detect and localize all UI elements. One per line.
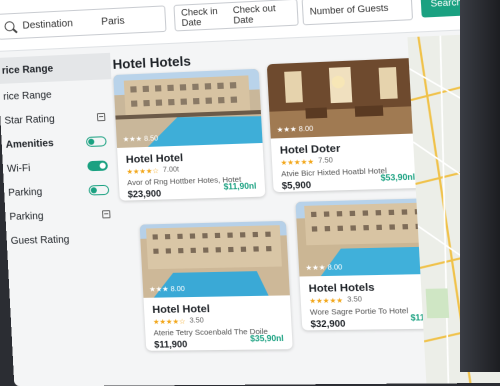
filter-label: Parking <box>9 210 44 223</box>
hotel-price: $5,900 <box>281 179 312 191</box>
rating-badge: ★★★ 8.00 <box>149 285 186 294</box>
review-score: 7.50 <box>318 157 334 165</box>
guests-field[interactable]: Number of Guests <box>301 0 414 26</box>
hotel-price: $23,900 <box>127 188 162 200</box>
filter-label: Parking <box>7 186 43 199</box>
filter-header[interactable]: rice Range <box>0 52 112 84</box>
stars: ★★★★★ <box>280 158 315 168</box>
review-score: 3.50 <box>189 317 204 325</box>
destination-value: Paris <box>100 15 125 28</box>
search-icon <box>4 21 15 32</box>
hotel-description: Atvie Bicr Hixted Hoatbl Hotel <box>280 165 388 179</box>
hotel-name: Hotel Hotels <box>308 281 375 296</box>
filter-price-range[interactable]: rice Range <box>0 81 113 108</box>
hotel-price: $11,900 <box>153 339 188 350</box>
parking-toggle[interactable] <box>88 184 110 196</box>
hotel-name: Hotel Hotel <box>152 302 211 317</box>
filter-label: rice Range <box>2 89 52 103</box>
hotel-price: $32,900 <box>310 318 346 330</box>
wifi-toggle[interactable] <box>87 160 109 172</box>
page-title: Hotel Hotels <box>112 53 192 72</box>
filter-star-rating[interactable]: Star Rating <box>0 105 114 131</box>
star-rating: ★★★★☆ 3.50 <box>153 317 204 326</box>
rating-badge: ★★★ 8.50 <box>122 135 159 144</box>
filter-wifi[interactable]: Wi-Fi <box>2 154 116 180</box>
stars: ★★★★☆ <box>126 167 160 177</box>
hotel-card[interactable]: ★★★ 8.00 Hotel Doter ★★★★★ 7.50 Atvie Bi… <box>266 57 425 193</box>
destination-field[interactable]: Destination Paris <box>0 5 167 40</box>
filter-parking[interactable]: Parking <box>4 178 118 204</box>
device-bezel <box>460 0 500 372</box>
star-rating: ★★★★★ 3.50 <box>309 296 362 305</box>
check-out-field[interactable]: Check out Date <box>233 2 292 26</box>
rating-badge: ★★★ 8.00 <box>305 264 343 273</box>
filter-amenities[interactable]: Amenities <box>1 130 115 156</box>
filter-sidebar: rice Range rice Range Star Rating Amenit… <box>0 52 124 318</box>
star-rating: ★★★★☆ 7.00t <box>126 166 179 176</box>
filter-label: Star Rating <box>4 113 55 127</box>
deal-price: $11,90nl <box>223 181 257 192</box>
hotel-card[interactable]: ★★★ 8.50 Hotel Hotel ★★★★☆ 7.00t Avor of… <box>113 68 266 201</box>
hotel-name: Hotel Hotel <box>125 151 184 166</box>
hotel-photo: ★★★ 8.50 <box>113 68 263 148</box>
hotel-photo: ★★★ 8.00 <box>266 57 422 139</box>
hotel-name: Hotel Doter <box>279 142 341 157</box>
app-window: Destination Paris Check in Date Check ou… <box>0 0 500 386</box>
checkbox-icon[interactable] <box>96 112 106 122</box>
filter-label: Wi-Fi <box>6 162 31 175</box>
stars: ★★★★★ <box>309 297 344 306</box>
filter-guest-rating[interactable]: Guest Rating <box>6 227 120 252</box>
amenities-toggle[interactable] <box>85 136 107 148</box>
dates-field[interactable]: Check in Date Check out Date <box>173 0 299 32</box>
destination-label: Destination <box>22 17 74 32</box>
filter-label: Guest Rating <box>10 233 70 247</box>
deal-price: $35,90nl <box>250 333 284 344</box>
check-in-field[interactable]: Check in Date <box>181 5 234 28</box>
hotel-description: Wore Sagre Portie To Hotel <box>309 305 409 317</box>
rating-badge: ★★★ 8.00 <box>276 125 314 135</box>
stars: ★★★★☆ <box>152 318 186 327</box>
filter-parking-2[interactable]: Parking <box>5 203 119 228</box>
hotel-photo: ★★★ 8.00 <box>139 220 290 298</box>
hotel-card[interactable]: ★★★ 8.00 Hotel Hotel ★★★★☆ 3.50 Aterie T… <box>139 220 293 351</box>
deal-price: $53,90nl <box>380 172 416 183</box>
filter-label: Amenities <box>5 137 54 151</box>
review-score: 3.50 <box>347 296 363 304</box>
checkbox-icon[interactable] <box>101 210 111 219</box>
review-score: 7.00t <box>162 166 180 174</box>
star-rating: ★★★★★ 7.50 <box>280 157 333 167</box>
